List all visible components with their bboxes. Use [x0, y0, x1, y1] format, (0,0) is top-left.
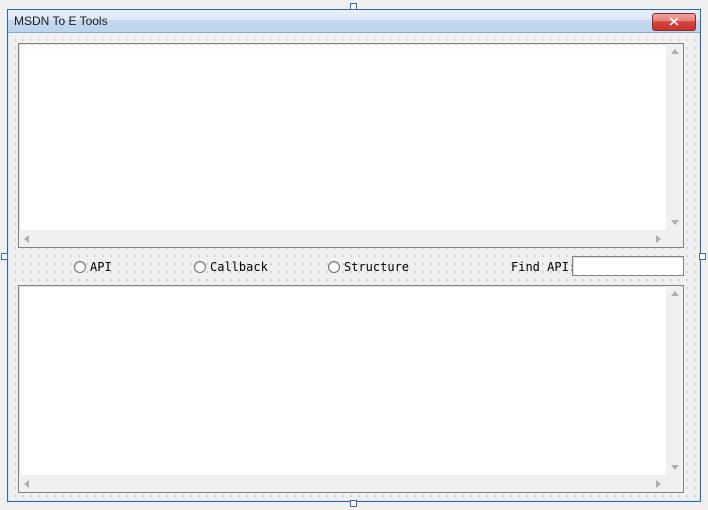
scroll-right-icon: [656, 235, 661, 243]
scroll-down-icon: [671, 220, 679, 225]
radio-structure[interactable]: Structure: [328, 259, 409, 275]
radio-icon: [74, 261, 86, 273]
window-title: MSDN To E Tools: [14, 14, 652, 28]
find-api-input[interactable]: [572, 256, 684, 276]
scroll-left-icon: [24, 235, 29, 243]
radio-structure-label: Structure: [344, 260, 409, 274]
resize-handle-top[interactable]: [350, 3, 357, 10]
source-text[interactable]: [21, 46, 665, 229]
scroll-corner: [666, 230, 683, 247]
vertical-scrollbar[interactable]: [666, 286, 683, 475]
scroll-down-icon: [671, 465, 679, 470]
form-designer-canvas: MSDN To E Tools: [0, 0, 708, 510]
resize-handle-bottom[interactable]: [350, 500, 357, 507]
scroll-corner: [666, 475, 683, 492]
dialog-window: MSDN To E Tools: [7, 9, 701, 502]
radio-icon: [194, 261, 206, 273]
output-textarea[interactable]: [18, 285, 684, 493]
close-button[interactable]: [652, 13, 696, 31]
client-area: API Callback Structure Find API:: [9, 34, 699, 500]
radio-callback[interactable]: Callback: [194, 259, 268, 275]
scroll-right-icon: [656, 480, 661, 488]
radio-api-label: API: [90, 260, 112, 274]
horizontal-scrollbar[interactable]: [19, 475, 666, 492]
horizontal-scrollbar[interactable]: [19, 230, 666, 247]
resize-handle-right[interactable]: [699, 253, 706, 260]
options-bar: API Callback Structure Find API:: [18, 255, 684, 279]
source-textarea[interactable]: [18, 43, 684, 248]
radio-api[interactable]: API: [74, 259, 112, 275]
title-bar[interactable]: MSDN To E Tools: [8, 10, 700, 33]
scroll-up-icon: [671, 49, 679, 54]
radio-icon: [328, 261, 340, 273]
scroll-left-icon: [24, 480, 29, 488]
radio-callback-label: Callback: [210, 260, 268, 274]
scroll-up-icon: [671, 291, 679, 296]
vertical-scrollbar[interactable]: [666, 44, 683, 230]
resize-handle-left[interactable]: [1, 253, 8, 260]
find-api-label: Find API:: [511, 260, 576, 274]
close-icon: [669, 17, 679, 26]
output-text[interactable]: [21, 288, 665, 474]
